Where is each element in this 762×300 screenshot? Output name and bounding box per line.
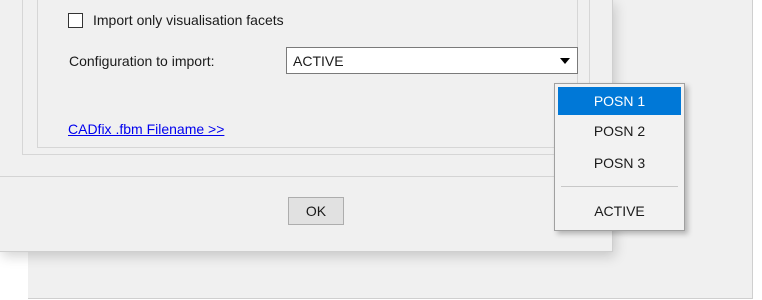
dropdown-option-posn-3[interactable]: POSN 3 [558, 149, 681, 177]
configuration-selected-value: ACTIVE [293, 53, 344, 69]
dropdown-option-active[interactable]: ACTIVE [558, 197, 681, 225]
dropdown-option-posn-2[interactable]: POSN 2 [558, 117, 681, 145]
ok-button-label: OK [305, 203, 327, 219]
dropdown-option-posn-1[interactable]: POSN 1 [558, 87, 681, 115]
configuration-combobox[interactable]: ACTIVE [286, 47, 578, 74]
configuration-label: Configuration to import: [69, 53, 215, 69]
dropdown-arrow-icon[interactable] [560, 58, 570, 64]
configuration-dropdown-list: POSN 1 POSN 2 POSN 3 ACTIVE [554, 83, 685, 231]
visualisation-facets-label: Import only visualisation facets [93, 12, 284, 28]
ok-button[interactable]: OK [288, 197, 344, 225]
button-bar-divider [0, 176, 612, 177]
cadfix-fbm-filename-link[interactable]: CADfix .fbm Filename >> [68, 121, 224, 137]
visualisation-facets-checkbox[interactable] [68, 12, 83, 28]
import-dialog: Import only visualisation facets Configu… [0, 0, 613, 252]
visualisation-facets-option[interactable]: Import only visualisation facets [68, 12, 284, 28]
dropdown-separator [561, 186, 678, 187]
